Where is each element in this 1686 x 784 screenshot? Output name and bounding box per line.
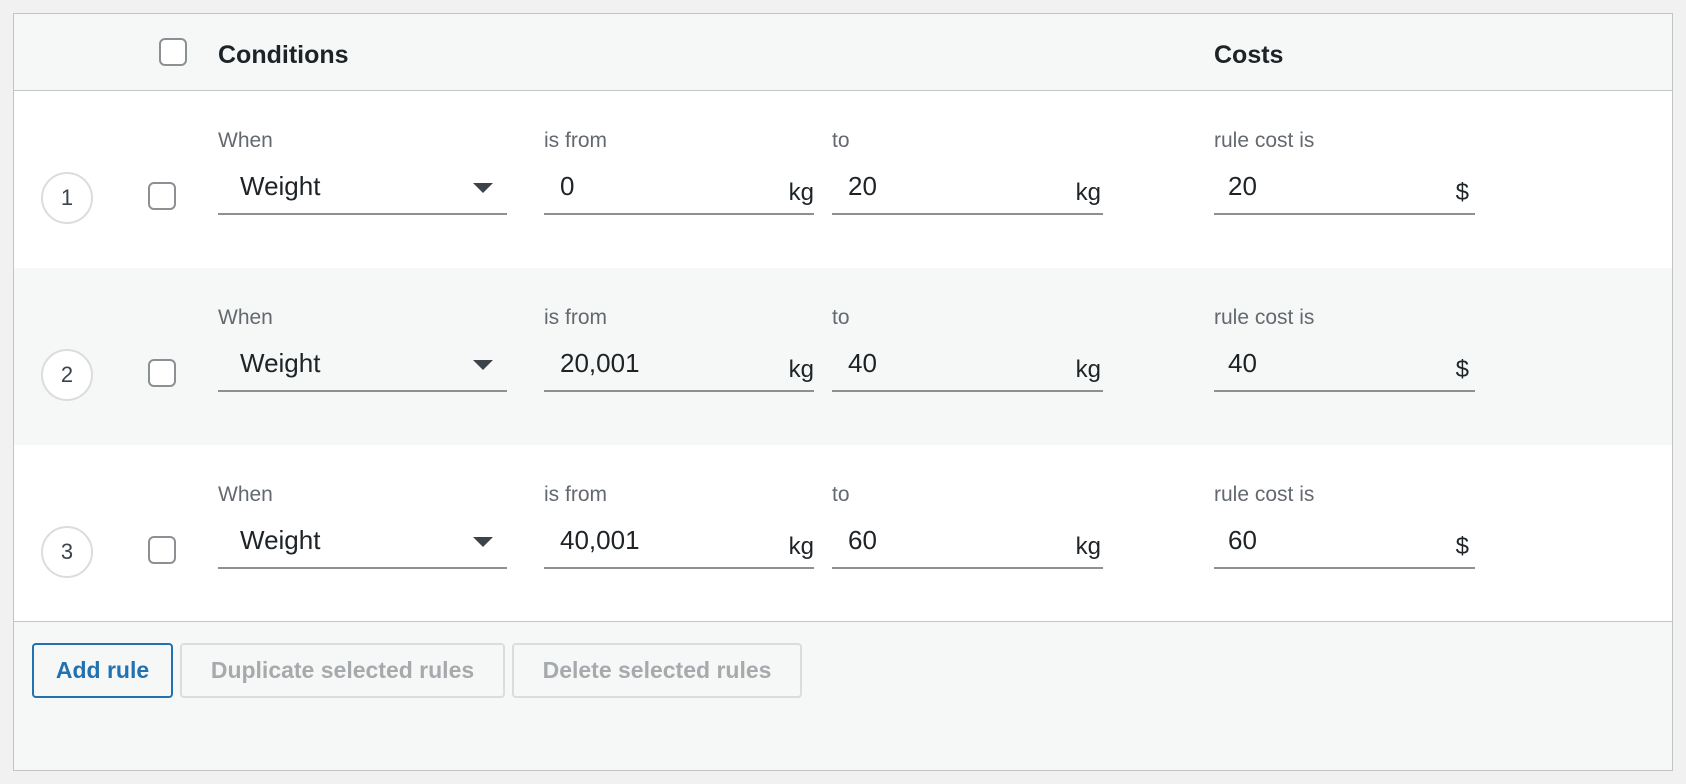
to-input[interactable]: 20 kg <box>832 159 1103 215</box>
from-input[interactable]: 0 kg <box>544 159 814 215</box>
to-value: 40 <box>848 348 877 378</box>
chevron-down-icon <box>473 360 493 370</box>
to-input[interactable]: 40 kg <box>832 336 1103 392</box>
from-unit: kg <box>788 179 814 206</box>
to-input[interactable]: 60 kg <box>832 513 1103 569</box>
cost-label: rule cost is <box>1214 306 1315 329</box>
conditions-header: Conditions <box>218 41 349 69</box>
select-all-checkbox[interactable] <box>159 38 187 66</box>
chevron-down-icon <box>473 183 493 193</box>
add-rule-button[interactable]: Add rule <box>32 643 173 698</box>
table-footer: Add rule Duplicate selected rules Delete… <box>14 621 1672 770</box>
cost-label: rule cost is <box>1214 483 1315 506</box>
to-label: to <box>832 306 850 329</box>
currency-symbol: $ <box>1455 533 1469 560</box>
to-label: to <box>832 129 850 152</box>
from-unit: kg <box>788 356 814 383</box>
condition-value: Weight <box>240 171 321 201</box>
cost-value: 20 <box>1228 171 1257 201</box>
to-unit: kg <box>1075 179 1101 206</box>
from-value: 20,001 <box>560 348 640 378</box>
when-label: When <box>218 483 273 506</box>
from-input[interactable]: 40,001 kg <box>544 513 814 569</box>
to-label: to <box>832 483 850 506</box>
condition-select[interactable]: Weight <box>218 159 507 215</box>
rule-select-checkbox[interactable] <box>148 182 176 210</box>
from-label: is from <box>544 129 607 152</box>
rule-select-checkbox[interactable] <box>148 359 176 387</box>
condition-value: Weight <box>240 525 321 555</box>
cost-input[interactable]: 40 $ <box>1214 336 1475 392</box>
cost-label: rule cost is <box>1214 129 1315 152</box>
from-input[interactable]: 20,001 kg <box>544 336 814 392</box>
chevron-down-icon <box>473 537 493 547</box>
cost-input[interactable]: 20 $ <box>1214 159 1475 215</box>
cost-input[interactable]: 60 $ <box>1214 513 1475 569</box>
currency-symbol: $ <box>1455 356 1469 383</box>
rule-number[interactable]: 1 <box>41 172 93 224</box>
delete-rules-button[interactable]: Delete selected rules <box>512 643 802 698</box>
costs-header: Costs <box>1214 41 1284 69</box>
from-label: is from <box>544 483 607 506</box>
to-value: 60 <box>848 525 877 555</box>
from-label: is from <box>544 306 607 329</box>
rule-row: 1 When Weight is from 0 kg to 20 kg rule… <box>14 91 1672 268</box>
cost-value: 60 <box>1228 525 1257 555</box>
rule-select-checkbox[interactable] <box>148 536 176 564</box>
shipping-rules-table: Conditions Costs 1 When Weight is from 0… <box>13 13 1673 771</box>
from-value: 40,001 <box>560 525 640 555</box>
rule-row: 3 When Weight is from 40,001 kg to 60 kg… <box>14 445 1672 622</box>
when-label: When <box>218 129 273 152</box>
condition-select[interactable]: Weight <box>218 336 507 392</box>
rule-number[interactable]: 2 <box>41 349 93 401</box>
from-value: 0 <box>560 171 575 201</box>
to-unit: kg <box>1075 356 1101 383</box>
to-value: 20 <box>848 171 877 201</box>
from-unit: kg <box>788 533 814 560</box>
rule-row: 2 When Weight is from 20,001 kg to 40 kg… <box>14 268 1672 445</box>
table-header: Conditions Costs <box>14 14 1672 91</box>
condition-value: Weight <box>240 348 321 378</box>
currency-symbol: $ <box>1455 179 1469 206</box>
cost-value: 40 <box>1228 348 1257 378</box>
rule-number[interactable]: 3 <box>41 526 93 578</box>
when-label: When <box>218 306 273 329</box>
duplicate-rules-button[interactable]: Duplicate selected rules <box>180 643 505 698</box>
condition-select[interactable]: Weight <box>218 513 507 569</box>
to-unit: kg <box>1075 533 1101 560</box>
